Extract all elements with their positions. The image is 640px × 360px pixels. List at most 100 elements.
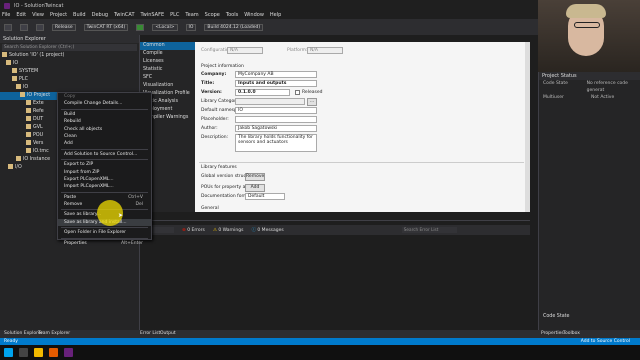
tree-item-label: SYSTEM [19,69,39,74]
title-field[interactable]: Inputs and outputs [235,80,317,87]
error-search-input[interactable]: Search Error List [401,227,457,233]
context-menu-item[interactable]: Add Solution to Source Control... [58,151,151,158]
remove-button[interactable]: Remove [245,173,265,181]
placeholder-field[interactable] [235,116,317,123]
errors-filter[interactable]: ⊗ 0 Errors [182,228,205,233]
category-compile[interactable]: Compile [140,50,195,58]
platform-combo[interactable]: TwinCAT RT (x64) [83,23,129,31]
tab-output[interactable]: Output [160,330,176,338]
menu-window[interactable]: Window [244,12,264,18]
context-menu-item[interactable]: Properties Alt+Enter [58,240,151,247]
context-menu-item[interactable]: Open Folder in File Explorer [58,229,151,236]
released-label: Released [302,90,323,95]
tab-properties[interactable]: Properties [541,330,564,338]
author-field[interactable]: Jakob Sagatowski [235,125,317,132]
folder-icon [26,132,31,137]
context-menu-item[interactable]: Copy [58,93,151,100]
warnings-filter[interactable]: ⚠ 0 Warnings [213,228,244,233]
status-value: Not Active [591,95,615,100]
tree-item[interactable]: PLC [0,76,139,84]
menu-separator [61,108,148,110]
menu-tools[interactable]: Tools [226,12,238,18]
description-field[interactable]: The library holds functionality for sens… [235,134,317,152]
solution-search-input[interactable]: Search Solution Explorer (Ctrl+;) [2,44,137,51]
menu-debug[interactable]: Debug [92,12,108,18]
folder-icon [16,156,21,161]
category-common[interactable]: Common [140,42,195,50]
menu-help[interactable]: Help [270,12,281,18]
config-combo[interactable]: Release [52,23,76,31]
context-menu-item[interactable]: Build [58,111,151,118]
context-menu-label: Check all objects [64,126,103,132]
menu-build[interactable]: Build [73,12,86,18]
tree-item[interactable]: IO [0,60,139,68]
released-checkbox[interactable] [295,90,300,95]
context-menu-item[interactable]: Add [58,140,151,147]
menu-project[interactable]: Project [50,12,67,18]
build-info: Build 4024.12 (Loaded) [204,23,264,31]
target-combo[interactable]: <Local> [152,23,178,31]
categories-browse-button[interactable]: … [307,98,317,106]
shortcut-hint: Ctrl+V [128,194,143,200]
visual-studio-icon[interactable] [64,348,73,357]
category-licenses[interactable]: Licenses [140,58,195,66]
context-menu-item[interactable]: Compile Change Details... [58,100,151,107]
file-explorer-icon[interactable] [34,348,43,357]
source-control-button[interactable]: Add to Source Control [581,338,630,345]
menu-scope[interactable]: Scope [205,12,220,18]
menu-twincat[interactable]: TwinCAT [114,12,134,18]
namespace-field[interactable]: IO [235,107,317,114]
tree-item[interactable]: IO [0,84,139,92]
menu-twinsafe[interactable]: TwinSAFE [141,12,165,18]
tree-item[interactable]: Solution 'IO' (1 project) [0,52,139,60]
context-menu-item[interactable]: Import from ZIP [58,169,151,176]
library-categories-field[interactable] [235,98,305,105]
add-button[interactable]: Add [245,184,265,192]
project-combo[interactable]: IO [185,23,197,31]
folder-icon [8,164,13,169]
menu-view[interactable]: View [32,12,44,18]
save-icon[interactable] [36,23,44,31]
menu-edit[interactable]: Edit [16,12,26,18]
category-visualization[interactable]: Visualization [140,82,195,90]
status-value: No reference code generat [586,81,628,93]
context-menu-label: Export PLCopenXML... [64,176,114,182]
category-statistic[interactable]: Statistic [140,66,195,74]
context-menu-item[interactable]: Import PLCopenXML... [58,183,151,190]
messages-filter[interactable]: ⓘ 0 Messages [251,227,283,233]
context-menu-label: Save as library... [64,212,102,218]
tab-toolbox[interactable]: Toolbox [563,330,580,338]
error-list-panel [140,220,530,330]
app-icon[interactable] [49,348,58,357]
category-sfc[interactable]: SFC [140,74,195,82]
platform-select[interactable]: N/A [307,47,343,54]
tree-item-label: IO Project [27,93,51,98]
menu-team[interactable]: Team [185,12,198,18]
doc-format-select[interactable]: Default [245,193,285,200]
status-bar: Ready Add to Source Control [0,338,640,345]
company-field[interactable]: MyCompany AB [235,71,317,78]
play-icon[interactable] [136,23,145,31]
context-menu-item[interactable]: Export to ZIP [58,161,151,168]
menu-plc[interactable]: PLC [170,12,179,18]
taskbar [0,345,640,360]
version-field[interactable]: 0.1.0.0 [235,89,290,96]
status-row: Code State No reference code generat [539,80,640,94]
search-icon[interactable] [19,348,28,357]
context-menu-item[interactable]: Check all objects [58,126,151,133]
context-menu-item[interactable]: Rebuild [58,118,151,125]
props-scrollbar[interactable] [525,42,530,212]
tab-error-list[interactable]: Error List [140,330,160,338]
tab-team-explorer[interactable]: Team Explorer [38,330,70,338]
back-icon[interactable] [4,23,12,31]
context-menu-item[interactable]: Export PLCopenXML... [58,176,151,183]
tree-item-label: DUT [33,117,44,122]
start-icon[interactable] [4,348,13,357]
tab-solution-explorer[interactable]: Solution Explorer [4,330,43,338]
forward-icon[interactable] [20,23,28,31]
context-menu-item[interactable]: Clean [58,133,151,140]
configuration-select[interactable]: N/A [227,47,263,54]
tree-item-label: GVL [33,125,43,130]
tree-item[interactable]: SYSTEM [0,68,139,76]
menu-file[interactable]: File [2,12,10,18]
